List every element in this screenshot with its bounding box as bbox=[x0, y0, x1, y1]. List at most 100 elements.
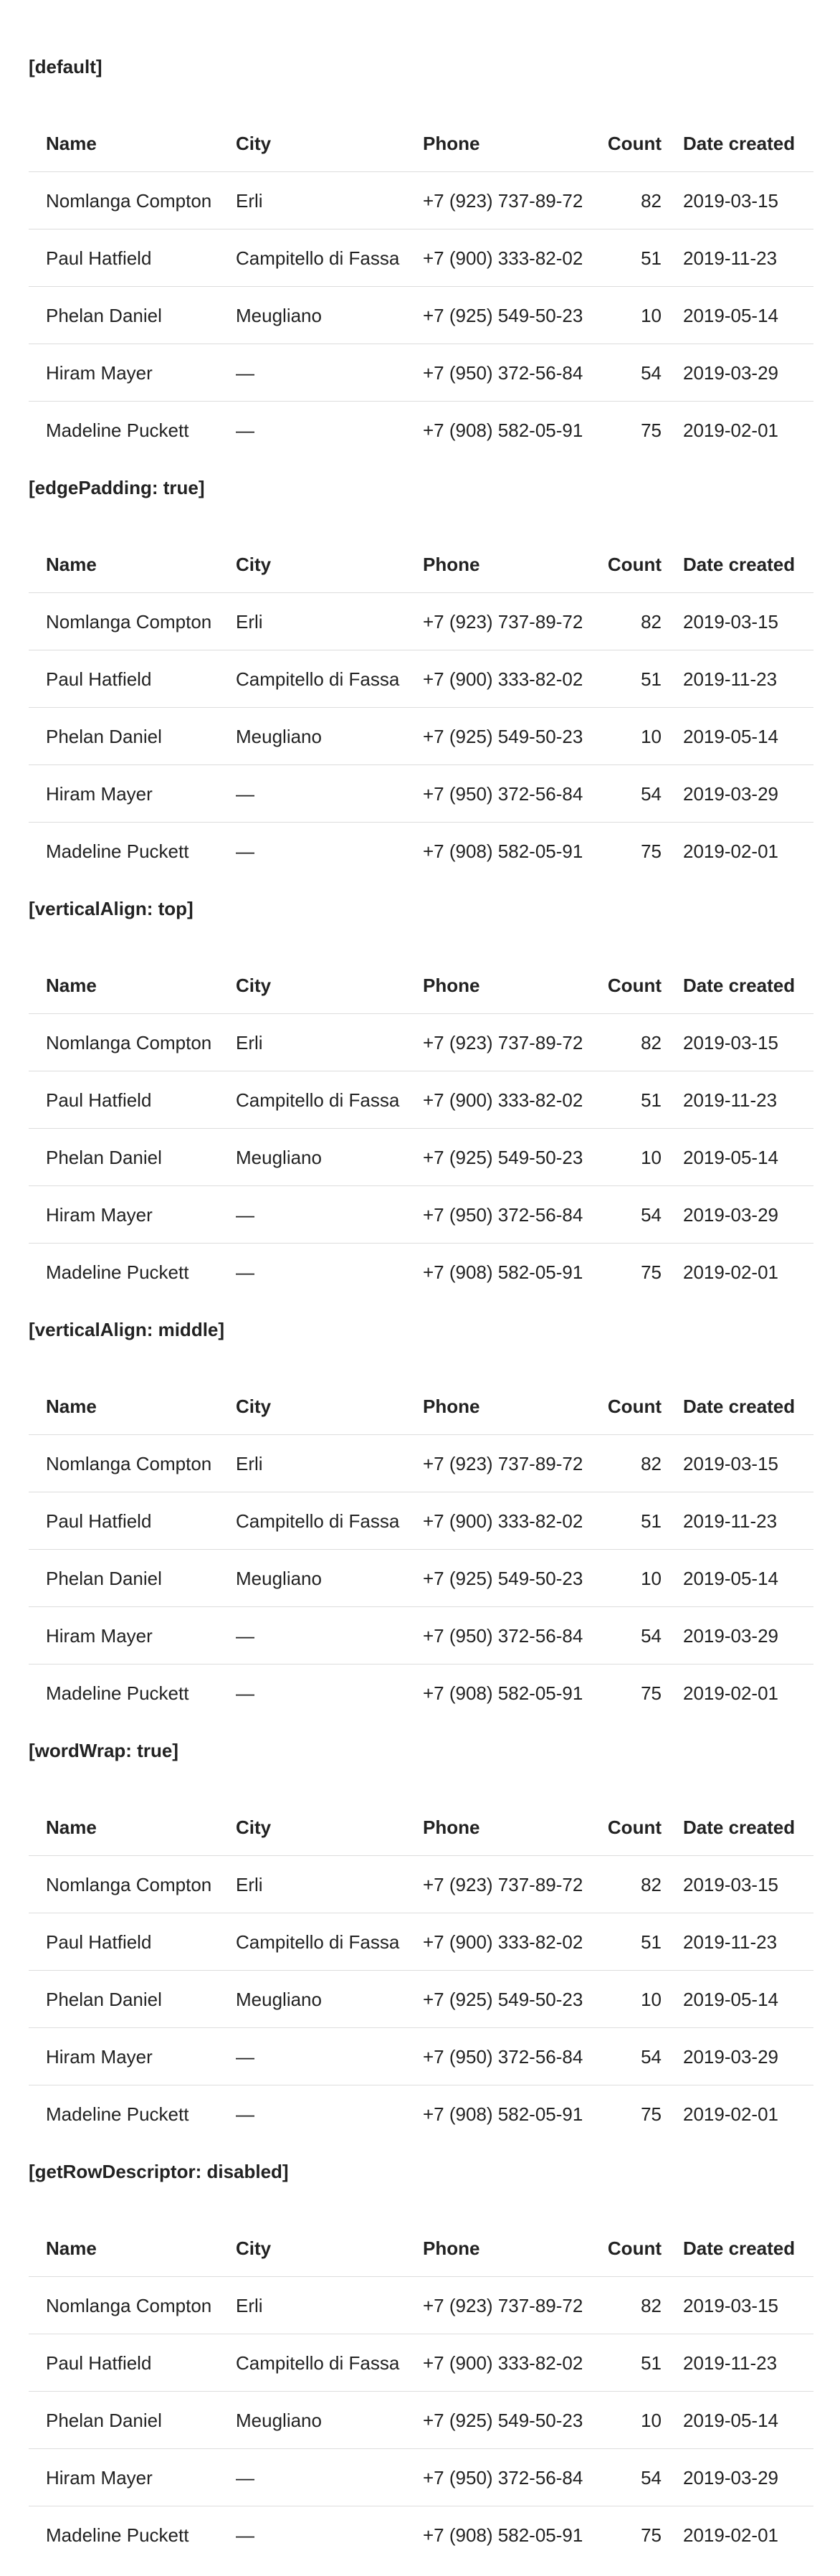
table-row[interactable]: Nomlanga Compton Erli +7 (923) 737-89-72 82… bbox=[29, 1856, 813, 1913]
column-header-count[interactable]: Count bbox=[608, 536, 662, 593]
table-row[interactable]: Madeline Puckett — +7 (908) 582-05-91 75 201… bbox=[29, 2085, 813, 2143]
table-row[interactable]: Phelan Daniel Meugliano +7 (925) 549-50-23… bbox=[29, 1550, 813, 1607]
column-header-count[interactable]: Count bbox=[608, 1799, 662, 1856]
column-header-date[interactable]: Date created bbox=[683, 536, 795, 593]
table-row[interactable]: Madeline Puckett — +7 (908) 582-05-91 75 201… bbox=[29, 1244, 813, 1301]
cell-phone: +7 (925) 549-50-23 bbox=[423, 305, 583, 326]
table-row[interactable]: Madeline Puckett — +7 (908) 582-05-91 75 201… bbox=[29, 823, 813, 880]
column-header-name[interactable]: Name bbox=[46, 536, 97, 593]
table-row[interactable]: Madeline Puckett — +7 (908) 582-05-91 75 201… bbox=[29, 1665, 813, 1722]
section-title: [verticalAlign: top] bbox=[29, 898, 194, 919]
column-header-date[interactable]: Date created bbox=[683, 2220, 795, 2277]
column-header-date[interactable]: Date created bbox=[683, 1378, 795, 1435]
table-row[interactable]: Madeline Puckett — +7 (908) 582-05-91 75 201… bbox=[29, 2506, 813, 2564]
column-header-city[interactable]: City bbox=[236, 1799, 271, 1856]
table-row[interactable]: Phelan Daniel Meugliano +7 (925) 549-50-23… bbox=[29, 708, 813, 765]
column-header-count[interactable]: Count bbox=[608, 1378, 662, 1435]
column-header-name[interactable]: Name bbox=[46, 2220, 97, 2277]
example-section: [default] Name City Phone Count Date created N… bbox=[29, 39, 813, 460]
column-header-city[interactable]: City bbox=[236, 115, 271, 172]
column-header-name[interactable]: Name bbox=[46, 1799, 97, 1856]
table-row[interactable]: Paul Hatfield Campitello di Fassa +7 (900)… bbox=[29, 1913, 813, 1971]
cell-name: Hiram Mayer bbox=[46, 362, 153, 384]
table-row[interactable]: Phelan Daniel Meugliano +7 (925) 549-50-23… bbox=[29, 1971, 813, 2028]
column-header-count[interactable]: Count bbox=[608, 2220, 662, 2277]
table-header-row: Name City Phone Count Date created bbox=[29, 957, 813, 1014]
cell-phone: +7 (900) 333-82-02 bbox=[423, 1089, 583, 1111]
column-header-phone[interactable]: Phone bbox=[423, 536, 479, 593]
cell-phone: +7 (923) 737-89-72 bbox=[423, 1032, 583, 1053]
table-header-row: Name City Phone Count Date created bbox=[29, 115, 813, 172]
column-header-name[interactable]: Name bbox=[46, 115, 97, 172]
column-header-city[interactable]: City bbox=[236, 536, 271, 593]
cell-name: Nomlanga Compton bbox=[46, 1874, 212, 1895]
table-row[interactable]: Madeline Puckett — +7 (908) 582-05-91 75 201… bbox=[29, 402, 813, 459]
table-row[interactable]: Hiram Mayer — +7 (950) 372-56-84 54 2019-03-… bbox=[29, 765, 813, 823]
cell-city: Erli bbox=[236, 2295, 263, 2316]
column-header-phone[interactable]: Phone bbox=[423, 115, 479, 172]
table-row[interactable]: Phelan Daniel Meugliano +7 (925) 549-50-23… bbox=[29, 1129, 813, 1186]
cell-date: 2019-03-15 bbox=[683, 1453, 778, 1474]
table-row[interactable]: Hiram Mayer — +7 (950) 372-56-84 54 2019-03-… bbox=[29, 2028, 813, 2085]
section-title: [default] bbox=[29, 56, 102, 77]
column-header-city[interactable]: City bbox=[236, 1378, 271, 1435]
column-header-phone[interactable]: Phone bbox=[423, 1378, 479, 1435]
table-row[interactable]: Nomlanga Compton Erli +7 (923) 737-89-72 82… bbox=[29, 593, 813, 650]
table-row[interactable]: Hiram Mayer — +7 (950) 372-56-84 54 2019-03-… bbox=[29, 2449, 813, 2506]
cell-name: Hiram Mayer bbox=[46, 1204, 153, 1226]
table-row[interactable]: Phelan Daniel Meugliano +7 (925) 549-50-23… bbox=[29, 287, 813, 344]
cell-name: Paul Hatfield bbox=[46, 1089, 152, 1111]
table-row[interactable]: Hiram Mayer — +7 (950) 372-56-84 54 2019-03-… bbox=[29, 1186, 813, 1244]
column-header-phone[interactable]: Phone bbox=[423, 957, 479, 1014]
column-header-phone[interactable]: Phone bbox=[423, 2220, 479, 2277]
section-title: [getRowDescriptor: disabled] bbox=[29, 2161, 289, 2182]
table-row[interactable]: Paul Hatfield Campitello di Fassa +7 (900)… bbox=[29, 650, 813, 708]
column-header-name[interactable]: Name bbox=[46, 1378, 97, 1435]
cell-city: — bbox=[236, 2467, 254, 2489]
column-header-count[interactable]: Count bbox=[608, 957, 662, 1014]
table-row[interactable]: Hiram Mayer — +7 (950) 372-56-84 54 2019-03-… bbox=[29, 344, 813, 402]
table-row[interactable]: Nomlanga Compton Erli +7 (923) 737-89-72 82… bbox=[29, 1014, 813, 1071]
cell-city: — bbox=[236, 783, 254, 805]
cell-count: 51 bbox=[641, 1089, 662, 1111]
column-header-name[interactable]: Name bbox=[46, 957, 97, 1014]
table-header-row: Name City Phone Count Date created bbox=[29, 2220, 813, 2277]
cell-name: Nomlanga Compton bbox=[46, 1032, 212, 1053]
column-header-date[interactable]: Date created bbox=[683, 115, 795, 172]
cell-count: 82 bbox=[641, 1874, 662, 1895]
table-header-row: Name City Phone Count Date created bbox=[29, 536, 813, 593]
cell-city: Meugliano bbox=[236, 2410, 322, 2431]
cell-city: Campitello di Fassa bbox=[236, 668, 400, 690]
table-row[interactable]: Nomlanga Compton Erli +7 (923) 737-89-72 82… bbox=[29, 1435, 813, 1492]
cell-name: Paul Hatfield bbox=[46, 247, 152, 269]
table-row[interactable]: Paul Hatfield Campitello di Fassa +7 (900)… bbox=[29, 1492, 813, 1550]
table-row[interactable]: Paul Hatfield Campitello di Fassa +7 (900)… bbox=[29, 1071, 813, 1129]
table-row[interactable]: Nomlanga Compton Erli +7 (923) 737-89-72 82… bbox=[29, 172, 813, 229]
column-header-count[interactable]: Count bbox=[608, 115, 662, 172]
cell-phone: +7 (923) 737-89-72 bbox=[423, 190, 583, 212]
table-row[interactable]: Hiram Mayer — +7 (950) 372-56-84 54 2019-03-… bbox=[29, 1607, 813, 1665]
column-header-date[interactable]: Date created bbox=[683, 957, 795, 1014]
cell-date: 2019-11-23 bbox=[683, 2352, 778, 2374]
table-row[interactable]: Phelan Daniel Meugliano +7 (925) 549-50-23… bbox=[29, 2392, 813, 2449]
example-section: [wordWrap: true] Name City Phone Count Date c… bbox=[29, 1723, 813, 2144]
cell-count: 54 bbox=[641, 1625, 662, 1647]
cell-date: 2019-02-01 bbox=[683, 1682, 778, 1704]
cell-count: 10 bbox=[641, 305, 662, 326]
cell-name: Madeline Puckett bbox=[46, 1261, 189, 1283]
column-header-city[interactable]: City bbox=[236, 2220, 271, 2277]
cell-phone: +7 (925) 549-50-23 bbox=[423, 2410, 583, 2431]
cell-city: Campitello di Fassa bbox=[236, 2352, 400, 2374]
column-header-date[interactable]: Date created bbox=[683, 1799, 795, 1856]
cell-phone: +7 (900) 333-82-02 bbox=[423, 247, 583, 269]
column-header-city[interactable]: City bbox=[236, 957, 271, 1014]
table-row[interactable]: Paul Hatfield Campitello di Fassa +7 (900)… bbox=[29, 2334, 813, 2392]
table-row[interactable]: Paul Hatfield Campitello di Fassa +7 (900)… bbox=[29, 229, 813, 287]
column-header-phone[interactable]: Phone bbox=[423, 1799, 479, 1856]
cell-count: 54 bbox=[641, 362, 662, 384]
table-row[interactable]: Nomlanga Compton Erli +7 (923) 737-89-72 82… bbox=[29, 2277, 813, 2334]
cell-date: 2019-11-23 bbox=[683, 247, 778, 269]
cell-date: 2019-03-15 bbox=[683, 611, 778, 633]
example-section: [edgePadding: true] Name City Phone Count Dat… bbox=[29, 460, 813, 881]
cell-date: 2019-02-01 bbox=[683, 840, 778, 862]
